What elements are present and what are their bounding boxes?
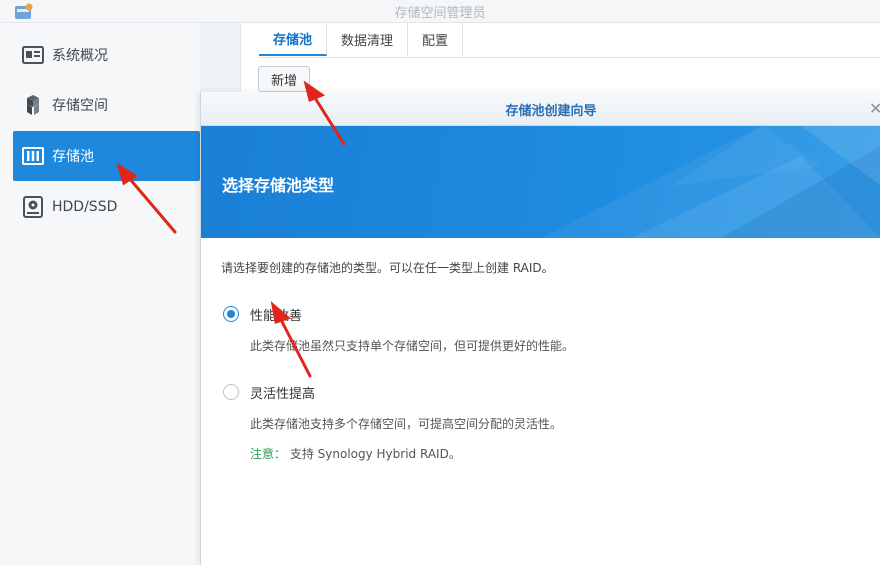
window-title: 存储空间管理员 bbox=[394, 6, 486, 21]
overview-icon bbox=[22, 44, 44, 66]
radio-flexibility[interactable] bbox=[223, 384, 239, 400]
note-content: 支持 Synology Hybrid RAID。 bbox=[289, 447, 461, 461]
option-desc-flexibility: 此类存储池支持多个存储空间，可提高空间分配的灵活性。 bbox=[250, 417, 563, 431]
volume-icon bbox=[22, 94, 44, 116]
tab-storage-pool[interactable]: 存储池 bbox=[259, 23, 328, 56]
storage-pool-wizard-dialog: 存储池创建向导 ✕ 选择存储池类型 请选择要创建的存储池的类型。可以在任一类型上… bbox=[200, 92, 880, 565]
sidebar-item-hdd-ssd[interactable]: HDD/SSD bbox=[13, 182, 200, 232]
disk-icon bbox=[22, 196, 44, 218]
storage-pool-icon bbox=[22, 145, 44, 167]
sidebar-item-volume[interactable]: 存储空间 bbox=[13, 80, 200, 130]
sidebar: 系统概况 存储空间 存储池 HDD/SSD bbox=[0, 23, 200, 565]
wizard-banner: 选择存储池类型 bbox=[201, 126, 880, 238]
description-text: 请选择要创建的存储池的类型。可以在任一类型上创建 RAID。 bbox=[221, 261, 554, 275]
note-label: 注意： bbox=[250, 447, 287, 461]
option-label-flexibility[interactable]: 灵活性提高 bbox=[250, 383, 315, 402]
tab-data-scrubbing[interactable]: 数据清理 bbox=[327, 23, 409, 56]
sidebar-item-label: 系统概况 bbox=[52, 48, 108, 64]
dialog-title: 存储池创建向导 bbox=[505, 104, 597, 119]
sidebar-item-overview[interactable]: 系统概况 bbox=[13, 30, 200, 80]
title-bar: 存储空间管理员 bbox=[0, 0, 880, 23]
tab-bar: 存储池 数据清理 配置 bbox=[259, 23, 880, 58]
option-label-performance[interactable]: 性能改善 bbox=[250, 305, 302, 324]
radio-performance[interactable] bbox=[223, 306, 239, 322]
banner-title: 选择存储池类型 bbox=[222, 176, 335, 195]
option-desc-performance: 此类存储池虽然只支持单个存储空间，但可提供更好的性能。 bbox=[250, 339, 575, 353]
tab-configuration[interactable]: 配置 bbox=[408, 23, 464, 56]
dialog-header: 存储池创建向导 ✕ bbox=[201, 92, 880, 126]
sidebar-item-storage-pool[interactable]: 存储池 bbox=[13, 131, 200, 181]
sidebar-item-label: 存储空间 bbox=[52, 98, 108, 114]
sidebar-item-label: HDD/SSD bbox=[52, 199, 118, 215]
add-button[interactable]: 新增 bbox=[258, 66, 310, 92]
note-text: 注意： 支持 Synology Hybrid RAID。 bbox=[250, 445, 461, 462]
close-icon[interactable]: ✕ bbox=[869, 99, 880, 118]
sidebar-item-label: 存储池 bbox=[52, 149, 94, 165]
main-panel: 存储池 数据清理 配置 新增 bbox=[240, 23, 880, 93]
